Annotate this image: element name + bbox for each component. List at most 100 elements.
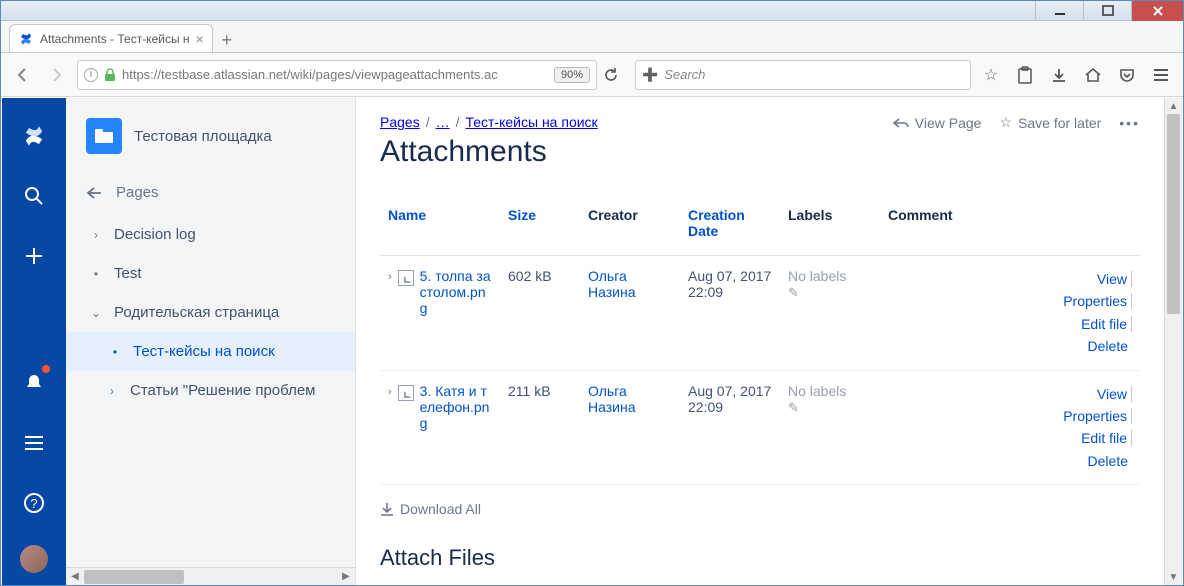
tree-item-test[interactable]: •Test [66, 254, 355, 293]
action-edit-file[interactable]: Edit file [1081, 430, 1132, 446]
col-labels: Labels [780, 197, 880, 256]
tree-item-decision-log[interactable]: ›Decision log [66, 215, 355, 254]
back-arrow-icon [86, 186, 102, 200]
row-actions: View Properties Edit file Delete [880, 256, 1140, 371]
search-box[interactable]: ➕ Search [635, 60, 971, 90]
action-view[interactable]: View [1097, 271, 1132, 287]
new-tab-button[interactable]: + [213, 28, 241, 52]
labels-text: No labels [788, 268, 846, 284]
bookmark-star-icon[interactable]: ☆ [977, 61, 1005, 89]
download-all-button[interactable]: Download All [380, 501, 1140, 517]
page-actions: View Page ☆ Save for later ••• [893, 114, 1140, 131]
col-size[interactable]: Size [500, 197, 580, 256]
star-icon: ☆ [999, 114, 1012, 131]
edit-labels-icon[interactable]: ✎ [788, 285, 799, 300]
labels-text: No labels [788, 383, 846, 399]
window-minimize-button[interactable] [1035, 1, 1083, 21]
file-link[interactable]: 3. Катя и телефон.png [420, 383, 492, 431]
space-icon [86, 118, 122, 154]
back-button[interactable] [9, 61, 37, 89]
save-for-later-button[interactable]: ☆ Save for later [999, 114, 1101, 131]
tab-close-icon[interactable]: × [196, 31, 204, 47]
table-row: ›5. толпа за столом.png 602 kB Ольга Наз… [380, 256, 1140, 371]
clipboard-icon[interactable] [1011, 61, 1039, 89]
forward-button[interactable] [43, 61, 71, 89]
view-page-button[interactable]: View Page [893, 115, 982, 131]
main-content: Pages / … / Тест-кейсы на поиск View Pag… [356, 98, 1164, 585]
confluence-favicon-icon [18, 31, 34, 47]
breadcrumb-mid[interactable]: … [436, 114, 450, 130]
row-actions: View Properties Edit file Delete [880, 370, 1140, 485]
col-comment: Comment [880, 197, 1140, 256]
expand-row-icon[interactable]: › [388, 383, 392, 431]
nav-menu-icon[interactable] [16, 425, 52, 461]
action-properties[interactable]: Properties [1063, 293, 1132, 309]
attach-files-heading: Attach Files [380, 545, 1140, 571]
action-edit-file[interactable]: Edit file [1081, 316, 1132, 332]
page-tree-panel: Тестовая площадка Pages ›Decision log •T… [66, 98, 356, 585]
info-icon: i [84, 68, 98, 82]
zoom-level[interactable]: 90% [554, 67, 590, 83]
creator-link[interactable]: Ольга Назина [588, 268, 636, 300]
app-sidebar: ? [2, 98, 66, 585]
action-properties[interactable]: Properties [1063, 408, 1132, 424]
reply-icon [893, 117, 909, 129]
browser-window: Attachments - Тест-кейсы н × + i https:/… [0, 0, 1184, 586]
confluence-logo-icon[interactable] [16, 118, 52, 154]
attachments-table: Name Size Creator Creation Date Labels C… [380, 197, 1140, 485]
tab-title: Attachments - Тест-кейсы н [40, 32, 190, 46]
create-icon[interactable] [16, 238, 52, 274]
menu-icon[interactable] [1147, 61, 1175, 89]
vertical-scrollbar[interactable]: ▲ ▼ [1164, 98, 1182, 585]
downloads-icon[interactable] [1045, 61, 1073, 89]
image-file-icon [398, 385, 414, 401]
col-creator: Creator [580, 197, 680, 256]
image-file-icon [398, 270, 414, 286]
tab-strip: Attachments - Тест-кейсы н × + [1, 21, 1183, 53]
browser-tab[interactable]: Attachments - Тест-кейсы н × [9, 24, 213, 52]
breadcrumb-leaf[interactable]: Тест-кейсы на поиск [465, 114, 597, 130]
address-bar[interactable]: i https://testbase.atlassian.net/wiki/pa… [77, 60, 597, 90]
pocket-icon[interactable] [1113, 61, 1141, 89]
col-date[interactable]: Creation Date [680, 197, 780, 256]
home-icon[interactable] [1079, 61, 1107, 89]
breadcrumb: Pages / … / Тест-кейсы на поиск [380, 114, 598, 130]
space-header[interactable]: Тестовая площадка [66, 118, 355, 170]
edit-labels-icon[interactable]: ✎ [788, 400, 799, 415]
window-close-button[interactable] [1131, 1, 1183, 21]
search-engine-icon: ➕ [642, 67, 658, 83]
file-date: Aug 07, 2017 22:09 [680, 370, 780, 485]
table-row: ›3. Катя и телефон.png 211 kB Ольга Нази… [380, 370, 1140, 485]
page-content: ? Тестовая площадка Pages ›Decision log … [2, 98, 1182, 585]
url-text: https://testbase.atlassian.net/wiki/page… [122, 67, 548, 82]
breadcrumb-root[interactable]: Pages [380, 114, 420, 130]
window-titlebar [1, 1, 1183, 21]
col-name[interactable]: Name [380, 197, 500, 256]
more-actions-button[interactable]: ••• [1119, 115, 1140, 131]
action-delete[interactable]: Delete [1088, 453, 1132, 469]
tree-horizontal-scrollbar[interactable]: ◀ ▶ [66, 567, 355, 585]
ellipsis-icon: ••• [1119, 115, 1140, 131]
tree-item-parent-page[interactable]: ⌄Родительская страница [66, 293, 355, 332]
pages-header[interactable]: Pages [66, 170, 355, 215]
search-icon[interactable] [16, 178, 52, 214]
lock-icon [104, 68, 116, 82]
action-delete[interactable]: Delete [1088, 338, 1132, 354]
file-date: Aug 07, 2017 22:09 [680, 256, 780, 371]
tree-item-articles[interactable]: ›Статьи "Решение проблем [66, 371, 355, 410]
notification-dot [42, 365, 50, 373]
svg-text:?: ? [30, 496, 37, 511]
reload-button[interactable] [603, 67, 629, 83]
file-link[interactable]: 5. толпа за столом.png [420, 268, 492, 316]
window-maximize-button[interactable] [1083, 1, 1131, 21]
pages-label: Pages [116, 184, 159, 201]
help-icon[interactable]: ? [16, 485, 52, 521]
page-title: Attachments [380, 135, 1140, 169]
action-view[interactable]: View [1097, 386, 1132, 402]
expand-row-icon[interactable]: › [388, 268, 392, 316]
user-avatar[interactable] [20, 545, 48, 573]
notifications-icon[interactable] [16, 365, 52, 401]
download-icon [380, 502, 394, 516]
tree-item-test-cases[interactable]: •Тест-кейсы на поиск [66, 332, 355, 371]
creator-link[interactable]: Ольга Назина [588, 383, 636, 415]
